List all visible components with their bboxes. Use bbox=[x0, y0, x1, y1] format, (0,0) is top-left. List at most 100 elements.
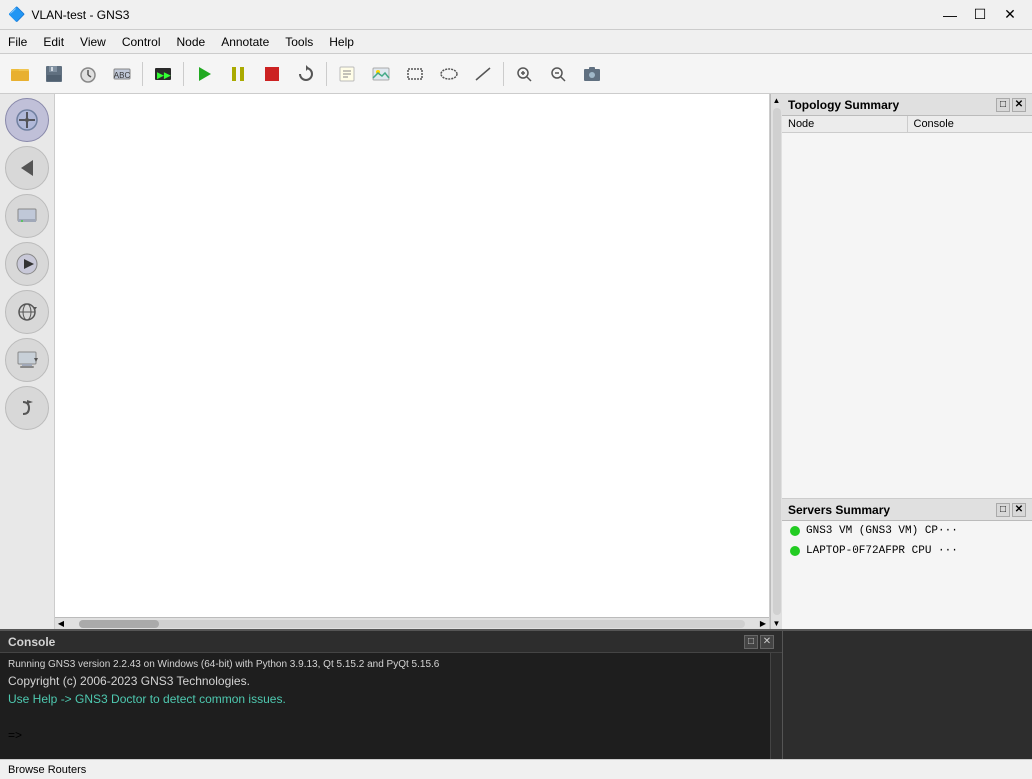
console-restore-btn[interactable]: □ bbox=[744, 635, 758, 649]
vertical-scrollbar[interactable]: ▲ ▼ bbox=[770, 94, 782, 629]
statusbar-text: Browse Routers bbox=[8, 764, 86, 776]
toolbar-separator-4 bbox=[503, 62, 504, 86]
line-btn[interactable] bbox=[467, 58, 499, 90]
server-status-dot-gns3vm bbox=[790, 526, 800, 536]
image-btn[interactable] bbox=[365, 58, 397, 90]
app-icon: 🔷 bbox=[8, 6, 25, 23]
scroll-up-arrow[interactable]: ▲ bbox=[771, 94, 783, 106]
titlebar: 🔷 VLAN-test - GNS3 — ☐ ✕ bbox=[0, 0, 1032, 30]
svg-text:▶▶: ▶▶ bbox=[157, 71, 171, 81]
network-devices-btn[interactable] bbox=[5, 290, 49, 334]
console-title: Console bbox=[8, 635, 55, 649]
statusbar: Browse Routers bbox=[0, 759, 1032, 779]
play-pause-btn[interactable] bbox=[5, 242, 49, 286]
horizontal-scrollbar[interactable]: ◀ ▶ bbox=[55, 617, 769, 629]
console-line-copyright: Copyright (c) 2006-2023 GNS3 Technologie… bbox=[8, 672, 762, 690]
scroll-left-arrow[interactable]: ◀ bbox=[55, 618, 67, 630]
scroll-track[interactable] bbox=[79, 620, 745, 628]
menu-annotate[interactable]: Annotate bbox=[213, 30, 277, 53]
canvas-area-container: ◀ ▶ ▲ ▼ bbox=[55, 94, 782, 629]
canvas-area[interactable]: ◀ ▶ bbox=[55, 94, 770, 629]
titlebar-left: 🔷 VLAN-test - GNS3 bbox=[8, 6, 129, 23]
server-gns3vm-text: GNS3 VM (GNS3 VM) CP··· bbox=[806, 525, 958, 537]
console-line-prompt: => bbox=[8, 726, 762, 744]
servers-header-controls: □ ✕ bbox=[996, 503, 1026, 517]
routers-btn[interactable] bbox=[5, 194, 49, 238]
console-body[interactable]: Running GNS3 version 2.2.43 on Windows (… bbox=[0, 653, 770, 759]
sidebar bbox=[0, 94, 55, 629]
scroll-right-arrow[interactable]: ▶ bbox=[757, 618, 769, 630]
console-header-controls: □ ✕ bbox=[744, 635, 774, 649]
end-devices-btn[interactable] bbox=[5, 338, 49, 382]
select-tool-btn[interactable] bbox=[5, 98, 49, 142]
servers-summary-header: Servers Summary □ ✕ bbox=[782, 499, 1032, 521]
console-all-btn[interactable]: ▶▶ bbox=[147, 58, 179, 90]
servers-summary-title: Servers Summary bbox=[788, 503, 890, 517]
console-close-btn[interactable]: ✕ bbox=[760, 635, 774, 649]
menu-help[interactable]: Help bbox=[321, 30, 362, 53]
topology-col-console: Console bbox=[908, 116, 1032, 132]
console-scrollbar[interactable] bbox=[770, 653, 782, 759]
topology-table-header: Node Console bbox=[782, 116, 1032, 133]
minimize-button[interactable]: — bbox=[936, 1, 964, 29]
close-button[interactable]: ✕ bbox=[996, 1, 1024, 29]
server-item-laptop: LAPTOP-0F72AFPR CPU ··· bbox=[782, 541, 1032, 561]
pause-btn[interactable] bbox=[222, 58, 254, 90]
menu-control[interactable]: Control bbox=[114, 30, 169, 53]
node-label-btn[interactable]: ABC bbox=[106, 58, 138, 90]
toolbar: ABC ▶▶ bbox=[0, 54, 1032, 94]
topology-summary-title: Topology Summary bbox=[788, 98, 899, 112]
server-status-dot-laptop bbox=[790, 546, 800, 556]
menubar: File Edit View Control Node Annotate Too… bbox=[0, 30, 1032, 54]
vscroll-track[interactable] bbox=[773, 108, 781, 615]
console-right-filler bbox=[782, 631, 1032, 759]
open-folder-btn[interactable] bbox=[4, 58, 36, 90]
ellipse-btn[interactable] bbox=[433, 58, 465, 90]
servers-restore-btn[interactable]: □ bbox=[996, 503, 1010, 517]
menu-node[interactable]: Node bbox=[169, 30, 214, 53]
topology-summary-header: Topology Summary □ ✕ bbox=[782, 94, 1032, 116]
console-line-help: Use Help -> GNS3 Doctor to detect common… bbox=[8, 690, 762, 708]
console-line-blank bbox=[8, 708, 762, 726]
console-line-running: Running GNS3 version 2.2.43 on Windows (… bbox=[8, 657, 762, 672]
topology-restore-btn[interactable]: □ bbox=[996, 98, 1010, 112]
titlebar-title: VLAN-test - GNS3 bbox=[31, 8, 129, 22]
topology-summary-panel: Topology Summary □ ✕ Node Console bbox=[782, 94, 1032, 499]
notes-btn[interactable] bbox=[331, 58, 363, 90]
console-body-wrapper: Running GNS3 version 2.2.43 on Windows (… bbox=[0, 653, 782, 759]
topology-col-node: Node bbox=[782, 116, 908, 132]
server-item-gns3vm: GNS3 VM (GNS3 VM) CP··· bbox=[782, 521, 1032, 541]
zoom-out-btn[interactable] bbox=[542, 58, 574, 90]
servers-summary-panel: Servers Summary □ ✕ GNS3 VM (GNS3 VM) CP… bbox=[782, 499, 1032, 629]
console-container: Console □ ✕ Running GNS3 version 2.2.43 … bbox=[0, 631, 782, 759]
server-laptop-text: LAPTOP-0F72AFPR CPU ··· bbox=[806, 545, 958, 557]
timer-btn[interactable] bbox=[72, 58, 104, 90]
maximize-button[interactable]: ☐ bbox=[966, 1, 994, 29]
topology-close-btn[interactable]: ✕ bbox=[1012, 98, 1026, 112]
toolbar-separator-2 bbox=[183, 62, 184, 86]
menu-edit[interactable]: Edit bbox=[35, 30, 72, 53]
servers-close-btn[interactable]: ✕ bbox=[1012, 503, 1026, 517]
topology-header-controls: □ ✕ bbox=[996, 98, 1026, 112]
rect-btn[interactable] bbox=[399, 58, 431, 90]
scroll-down-arrow[interactable]: ▼ bbox=[771, 617, 783, 629]
scroll-thumb[interactable] bbox=[79, 620, 159, 628]
toolbar-separator-3 bbox=[326, 62, 327, 86]
console-header: Console □ ✕ bbox=[0, 631, 782, 653]
zoom-in-btn[interactable] bbox=[508, 58, 540, 90]
screenshot-btn[interactable] bbox=[576, 58, 608, 90]
menu-file[interactable]: File bbox=[0, 30, 35, 53]
right-panel: Topology Summary □ ✕ Node Console Server… bbox=[782, 94, 1032, 629]
reload-btn[interactable] bbox=[290, 58, 322, 90]
menu-tools[interactable]: Tools bbox=[277, 30, 321, 53]
titlebar-controls: — ☐ ✕ bbox=[936, 1, 1024, 29]
menu-view[interactable]: View bbox=[72, 30, 114, 53]
start-btn[interactable] bbox=[188, 58, 220, 90]
forward-btn[interactable] bbox=[5, 386, 49, 430]
svg-text:ABC: ABC bbox=[114, 71, 131, 80]
back-btn[interactable] bbox=[5, 146, 49, 190]
stop-btn[interactable] bbox=[256, 58, 288, 90]
toolbar-separator-1 bbox=[142, 62, 143, 86]
save-btn[interactable] bbox=[38, 58, 70, 90]
topology-body bbox=[782, 133, 1032, 498]
